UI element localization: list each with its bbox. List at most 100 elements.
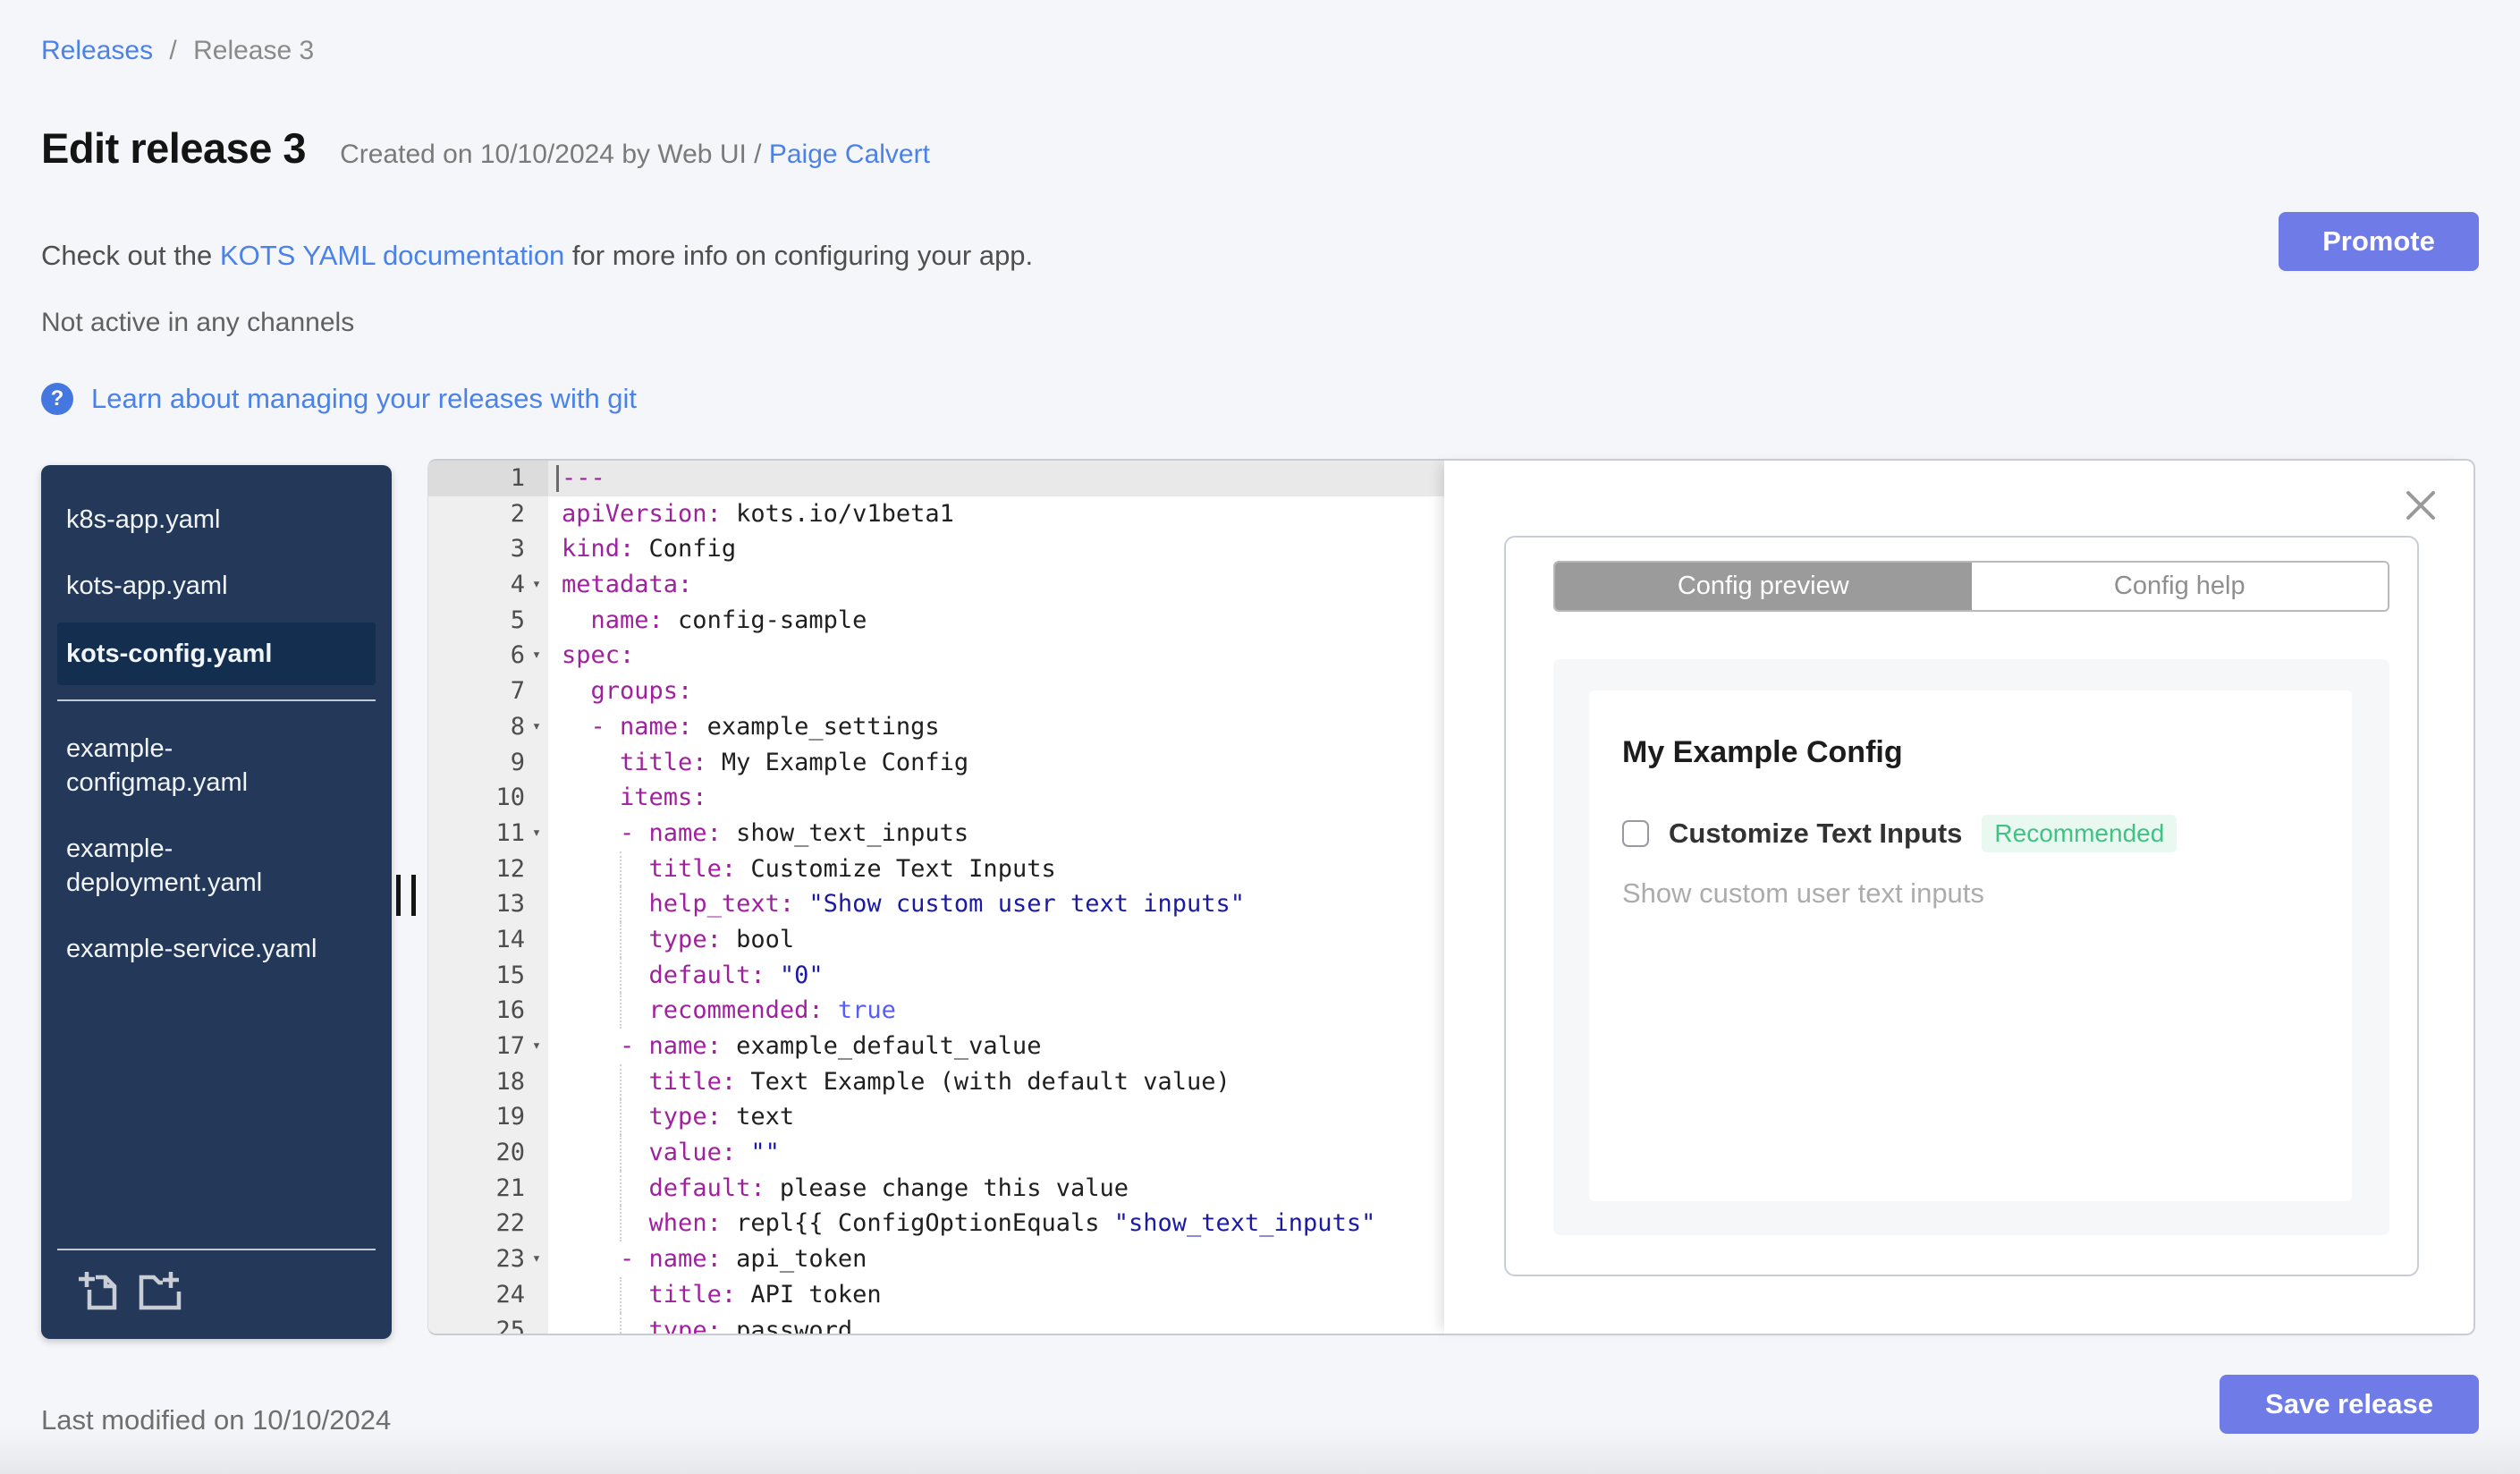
preview-tabs: Config preview Config help [1553,561,2389,612]
code-line-12[interactable]: 12 title: Customize Text Inputs [428,851,1444,887]
code-line-15[interactable]: 15 default: "0" [428,957,1444,994]
config-group-card: My Example Config Customize Text Inputs … [1589,690,2352,1201]
line-number: 13 [428,886,548,922]
sidebar-file-k8s-app.yaml[interactable]: k8s-app.yaml [41,487,392,553]
add-folder-icon[interactable] [136,1270,184,1317]
code-line-4[interactable]: 4 ▾ metadata: [428,567,1444,603]
code-line-17[interactable]: 17 ▾ - name: example_default_value [428,1029,1444,1064]
fold-arrow-icon[interactable]: ▾ [525,1029,548,1064]
line-number: 17 ▾ [428,1029,548,1064]
fold-arrow-icon[interactable]: ▾ [525,638,548,673]
line-number: 4 ▾ [428,567,548,603]
code-line-1[interactable]: 1 --- [428,461,1444,496]
close-icon[interactable] [2405,489,2437,521]
indent-guide [620,1135,622,1171]
sidebar-file-example-configmap.yaml[interactable]: example-configmap.yaml [41,716,392,816]
line-number: 12 [428,851,548,887]
fold-arrow-icon[interactable]: ▾ [525,816,548,851]
line-number: 25 [428,1312,548,1334]
sidebar-editor-resize-handle[interactable] [396,875,423,916]
code-line-6[interactable]: 6 ▾ spec: [428,638,1444,674]
code-line-10[interactable]: 10 items: [428,780,1444,816]
code-line-19[interactable]: 19 type: text [428,1099,1444,1136]
line-number: 7 [428,673,548,709]
indent-guide [620,957,622,994]
code-line-25[interactable]: 25 type: password [428,1312,1444,1334]
sidebar-divider [57,699,376,701]
docs-line: Check out the KOTS YAML documentation fo… [41,240,1033,272]
line-number: 14 [428,921,548,958]
config-item-help-text: Show custom user text inputs [1622,877,1984,909]
git-releases-link[interactable]: Learn about managing your releases with … [91,383,637,415]
kots-yaml-docs-link[interactable]: KOTS YAML documentation [220,240,564,271]
tab-config-help[interactable]: Config help [1971,563,2388,610]
indent-guide [620,1206,622,1242]
created-text: Created on 10/10/2024 by Web UI / [340,140,762,169]
config-item-label: Customize Text Inputs [1669,817,1963,849]
code-line-9[interactable]: 9 title: My Example Config [428,744,1444,781]
recommended-badge: Recommended [1982,815,2178,852]
code-line-3[interactable]: 3 kind: Config [428,531,1444,568]
file-tree-sidebar: k8s-app.yaml kots-app.yaml kots-config.yam… [41,465,392,1339]
code-line-5[interactable]: 5 name: config-sample [428,602,1444,639]
code-line-14[interactable]: 14 type: bool [428,921,1444,958]
page-title: Edit release 3 [41,124,307,172]
sidebar-file-example-deployment.yaml[interactable]: example-deployment.yaml [41,816,392,916]
customize-text-inputs-checkbox[interactable] [1622,820,1649,847]
fold-slot-empty [525,1313,548,1334]
sidebar-file-kots-config.yaml[interactable]: kots-config.yaml [57,623,376,685]
breadcrumb-releases-link[interactable]: Releases [41,36,153,65]
code-text: recommended: true [548,993,1444,1029]
line-number: 8 ▾ [428,708,548,745]
code-text: --- [548,461,1444,496]
fold-slot-empty [525,1206,548,1241]
text-cursor [556,465,559,492]
docs-text-after: for more info on configuring your app. [564,240,1034,271]
indent-guide [620,1099,622,1136]
code-line-11[interactable]: 11 ▾ - name: show_text_inputs [428,815,1444,851]
breadcrumb-separator: / [169,36,177,65]
code-line-2[interactable]: 2 apiVersion: kots.io/v1beta1 [428,496,1444,532]
file-list: k8s-app.yaml kots-app.yaml kots-config.yam… [41,465,392,1233]
code-text: groups: [590,677,693,706]
config-group-title: My Example Config [1622,735,1903,769]
code-line-20[interactable]: 20 value: "" [428,1135,1444,1171]
code-line-21[interactable]: 21 default: please change this value [428,1170,1444,1207]
code-line-23[interactable]: 23 ▾ - name: api_token [428,1241,1444,1277]
fold-slot-empty [525,993,548,1029]
code-line-7[interactable]: 7 groups: [428,673,1444,709]
code-line-18[interactable]: 18 title: Text Example (with default val… [428,1063,1444,1100]
code-line-16[interactable]: 16 recommended: true [428,993,1444,1029]
code-text: default: "0" [548,957,1444,994]
sidebar-file-kots-app.yaml[interactable]: kots-app.yaml [41,553,392,619]
fold-slot-empty [525,922,548,958]
code-line-24[interactable]: 24 title: API token [428,1276,1444,1313]
indent-guide [620,921,622,958]
fold-slot-empty [525,673,548,709]
promote-button[interactable]: Promote [2279,212,2479,271]
code-text: title: API token [548,1276,1444,1313]
line-number: 18 [428,1063,548,1100]
line-number: 10 [428,780,548,816]
preview-content-area: My Example Config Customize Text Inputs … [1553,659,2389,1235]
code-text: type: bool [548,921,1444,958]
line-number: 3 [428,531,548,568]
line-number: 24 [428,1276,548,1313]
author-link[interactable]: Paige Calvert [769,140,930,169]
tab-config-preview[interactable]: Config preview [1555,563,1972,610]
code-line-13[interactable]: 13 help_text: "Show custom user text inp… [428,886,1444,922]
code-line-22[interactable]: 22 when: repl{{ ConfigOptionEquals "show… [428,1206,1444,1242]
yaml-code-editor[interactable]: 1 --- 2 apiVersion: kots.io/v1beta1 3 kind: C… [427,459,1444,1335]
indent-guide [620,886,622,922]
fold-arrow-icon[interactable]: ▾ [525,1241,548,1277]
code-text: type: password [548,1312,1444,1334]
fold-arrow-icon[interactable]: ▾ [525,709,548,745]
code-line-8[interactable]: 8 ▾ - name: example_settings [428,708,1444,745]
sidebar-file-example-service.yaml[interactable]: example-service.yaml [41,916,392,982]
add-file-icon[interactable] [75,1270,122,1317]
code-text: default: please change this value [548,1170,1444,1207]
fold-arrow-icon[interactable]: ▾ [525,567,548,603]
save-release-button[interactable]: Save release [2220,1375,2479,1434]
line-number: 2 [428,496,548,532]
breadcrumb: Releases / Release 3 [41,36,314,66]
